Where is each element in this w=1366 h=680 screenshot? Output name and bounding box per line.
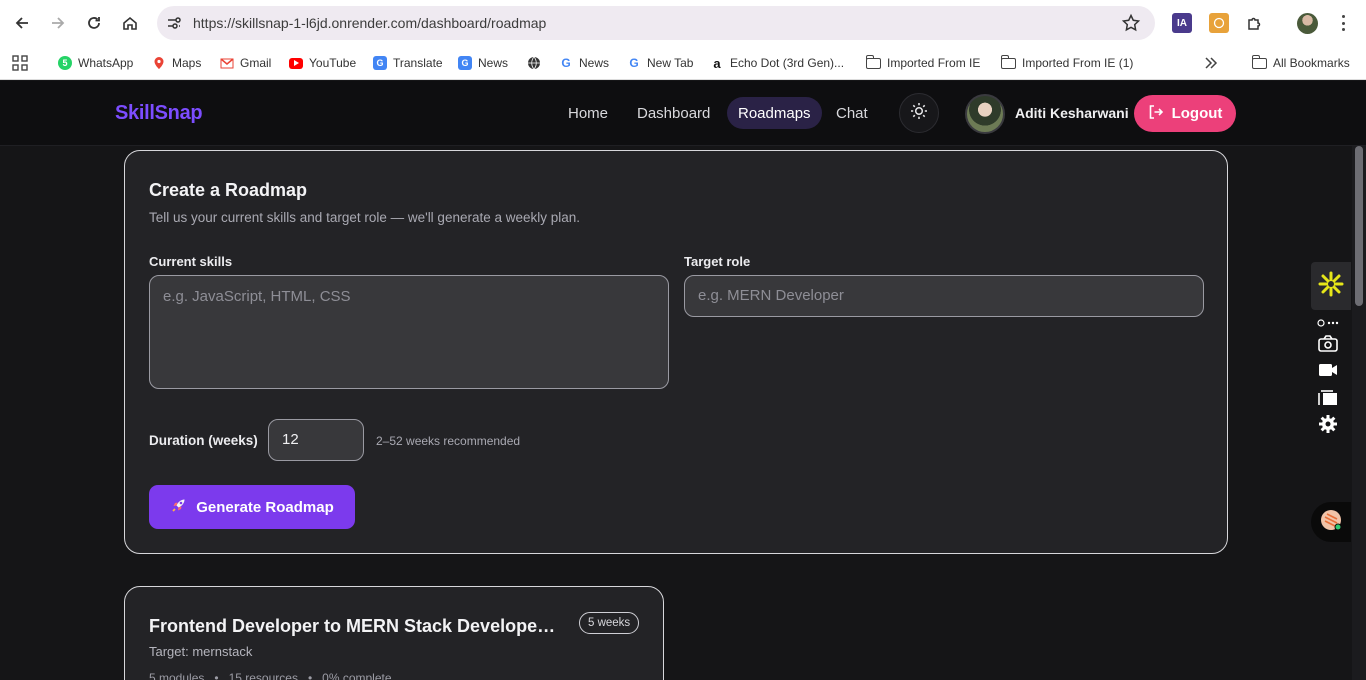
assistant-chat-button[interactable]: [1311, 502, 1351, 542]
bookmark-whatsapp[interactable]: 5 WhatsApp: [58, 54, 133, 72]
roadmap-title[interactable]: Frontend Developer to MERN Stack Develop…: [149, 616, 559, 637]
rocket-icon: [170, 496, 188, 518]
app-logo[interactable]: SkillSnap: [115, 102, 203, 125]
bookmarks-bar: 5 WhatsApp Maps Gmail YouTube G Translat…: [0, 46, 1366, 80]
bookmark-translate[interactable]: G Translate: [373, 54, 443, 72]
news-icon: G: [458, 56, 472, 70]
create-roadmap-card: Create a Roadmap Tell us your current sk…: [124, 150, 1228, 554]
extensions-puzzle-icon[interactable]: [1243, 11, 1267, 35]
assistant-avatar-icon: [1319, 508, 1343, 537]
maps-icon: [152, 56, 166, 70]
camera-icon[interactable]: [1317, 334, 1339, 354]
roadmap-meta: 5 modules • 15 resources • 0% complete: [149, 671, 392, 680]
nav-roadmaps[interactable]: Roadmaps: [727, 97, 822, 129]
amazon-icon: a: [713, 55, 721, 71]
scrollbar-thumb[interactable]: [1355, 146, 1363, 306]
folder-icon: [865, 54, 881, 69]
bookmark-echo-dot[interactable]: a Echo Dot (3rd Gen)...: [710, 54, 844, 72]
google-icon: G: [561, 56, 571, 70]
theme-toggle-button[interactable]: [899, 93, 939, 133]
user-name: Aditi Kesharwani: [1015, 105, 1129, 121]
roadmap-card[interactable]: Frontend Developer to MERN Stack Develop…: [124, 586, 664, 680]
bookmark-gmail[interactable]: Gmail: [220, 54, 271, 72]
site-info-icon[interactable]: [165, 14, 183, 32]
browser-menu-icon[interactable]: [1337, 13, 1349, 33]
resources-count: 15 resources: [228, 671, 298, 680]
progress-text: 0% complete: [322, 671, 392, 680]
sun-icon: [910, 102, 928, 125]
whatsapp-icon: 5: [58, 56, 72, 70]
role-input[interactable]: e.g. MERN Developer: [684, 275, 1204, 317]
bookmarks-overflow-chevron-icon[interactable]: [1204, 54, 1218, 72]
nav-home[interactable]: Home: [557, 97, 619, 129]
apps-grid-icon[interactable]: [12, 54, 28, 72]
copy-pages-icon[interactable]: [1317, 387, 1339, 407]
folder-icon: [1251, 54, 1267, 69]
logout-button[interactable]: Logout: [1134, 95, 1236, 132]
browser-profile-avatar[interactable]: [1297, 13, 1318, 34]
address-bar[interactable]: https://skillsnap-1-l6jd.onrender.com/da…: [157, 6, 1155, 40]
duration-hint: 2–52 weeks recommended: [376, 434, 521, 448]
bookmark-google-news[interactable]: G News: [559, 54, 609, 72]
folder-icon: [1000, 54, 1016, 69]
url-text[interactable]: https://skillsnap-1-l6jd.onrender.com/da…: [193, 15, 546, 31]
forward-icon[interactable]: [46, 11, 70, 35]
user-avatar[interactable]: [965, 94, 1005, 134]
sparkle-icon: [1317, 270, 1345, 303]
meta-separator: •: [214, 671, 219, 680]
bookmark-maps[interactable]: Maps: [152, 54, 201, 72]
card-subtitle: Tell us your current skills and target r…: [149, 210, 581, 225]
google-icon: G: [629, 56, 639, 70]
bookmark-folder-ie[interactable]: Imported From IE: [865, 54, 980, 72]
roadmap-target: Target: mernstack: [149, 644, 253, 659]
page-scrollbar[interactable]: [1352, 146, 1366, 680]
duration-label: Duration (weeks): [149, 433, 258, 448]
app-header: SkillSnap Home Dashboard Roadmaps Chat A…: [0, 81, 1366, 146]
home-icon[interactable]: [118, 11, 142, 35]
duration-badge: 5 weeks: [579, 612, 640, 634]
all-bookmarks[interactable]: All Bookmarks: [1251, 54, 1350, 72]
settings-gear-icon[interactable]: [1317, 414, 1339, 434]
reload-icon[interactable]: [82, 11, 106, 35]
bookmark-star-icon[interactable]: [1121, 13, 1141, 38]
skills-textarea[interactable]: e.g. JavaScript, HTML, CSS: [149, 275, 669, 389]
sparkle-tool-button[interactable]: [1311, 262, 1351, 310]
link-more-icon[interactable]: [1317, 316, 1339, 330]
video-icon[interactable]: [1317, 360, 1339, 380]
translate-icon: G: [373, 56, 387, 70]
bookmark-youtube[interactable]: YouTube: [289, 54, 356, 72]
globe-icon[interactable]: [527, 54, 541, 72]
wallet-extension-icon[interactable]: [1209, 13, 1229, 33]
role-label: Target role: [684, 254, 751, 269]
card-title: Create a Roadmap: [149, 180, 308, 200]
bookmark-news[interactable]: G News: [458, 54, 508, 72]
modules-count: 5 modules: [149, 671, 205, 680]
browser-toolbar: https://skillsnap-1-l6jd.onrender.com/da…: [0, 0, 1366, 46]
logout-icon: [1148, 104, 1164, 124]
meta-separator: •: [307, 671, 313, 680]
bookmark-folder-ie-1[interactable]: Imported From IE (1): [1000, 54, 1133, 72]
back-icon[interactable]: [10, 11, 34, 35]
nav-dashboard[interactable]: Dashboard: [626, 97, 721, 129]
generate-roadmap-button[interactable]: Generate Roadmap: [149, 485, 355, 529]
skills-label: Current skills: [149, 254, 233, 269]
bookmark-new-tab[interactable]: G New Tab: [627, 54, 693, 72]
ia-extension-icon[interactable]: IA: [1172, 13, 1192, 33]
gmail-icon: [220, 56, 234, 70]
nav-chat[interactable]: Chat: [825, 97, 879, 129]
youtube-icon: [289, 57, 303, 69]
duration-input[interactable]: 12: [268, 419, 364, 461]
